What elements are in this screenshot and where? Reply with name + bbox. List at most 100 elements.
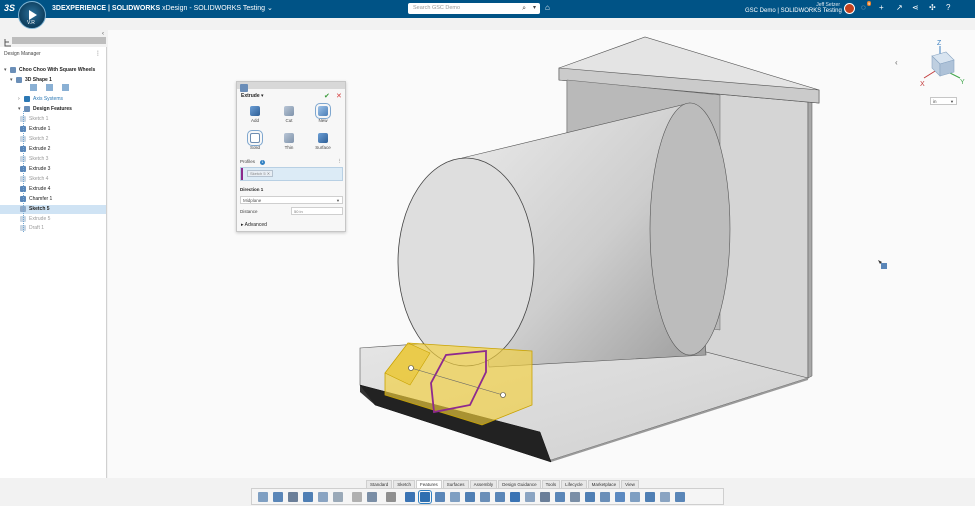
thicken-icon[interactable] (660, 492, 670, 502)
measure-icon[interactable] (318, 492, 328, 502)
tab-lifecycle[interactable]: Lifecycle (561, 480, 587, 488)
sketch-icon[interactable] (258, 492, 268, 502)
distance-field[interactable]: 50 in (291, 207, 343, 215)
3d-sketch-icon[interactable] (273, 492, 283, 502)
tree-item[interactable]: Sketch 1 (0, 115, 106, 124)
revolve-icon[interactable] (435, 492, 445, 502)
tab-standard[interactable]: Standard (366, 480, 393, 488)
help-icon[interactable] (386, 492, 396, 502)
move-icon[interactable] (630, 492, 640, 502)
combine-icon[interactable] (675, 492, 685, 502)
sweep-icon[interactable] (450, 492, 460, 502)
boolean-icon[interactable] (600, 492, 610, 502)
cube-icon[interactable] (405, 492, 415, 502)
tab-surfaces[interactable]: Surfaces (442, 480, 469, 488)
tag-icon[interactable]: ⌂ (545, 3, 550, 12)
type-thin-button[interactable]: Thin (278, 133, 300, 150)
chamfer-icon[interactable] (495, 492, 505, 502)
help-icon[interactable]: ? (946, 3, 950, 12)
more-options-icon[interactable]: ⋮ (95, 50, 101, 57)
redo-icon[interactable] (367, 492, 377, 502)
tree-item[interactable]: Sketch 4 (0, 175, 106, 184)
tree-item[interactable]: › Axis Systems (0, 95, 106, 104)
network-icon[interactable]: ⋖ (912, 3, 919, 12)
settings-icon[interactable] (303, 492, 313, 502)
tree-item[interactable]: Extrude 5 (0, 215, 106, 224)
tab-tools[interactable]: Tools (541, 480, 561, 488)
shape-tool-icon[interactable] (46, 84, 53, 91)
type-surface-button[interactable]: Surface (312, 133, 334, 150)
loft-icon[interactable] (465, 492, 475, 502)
tree-item-label: Sketch 2 (29, 136, 49, 142)
search-dropdown-icon[interactable]: ▾ (533, 3, 536, 14)
profiles-more-icon[interactable]: ⋮ (337, 158, 342, 164)
apps-icon[interactable]: ✣ (929, 3, 936, 12)
tree-item[interactable]: Sketch 3 (0, 155, 106, 164)
surface-icon (318, 133, 328, 143)
add-icon[interactable]: + (879, 3, 884, 12)
gear-icon[interactable] (333, 492, 343, 502)
chevron-down-icon[interactable]: ⌄ (267, 5, 273, 12)
tab-sketch[interactable]: Sketch (393, 480, 416, 488)
tree-item-label: Sketch 3 (29, 156, 49, 162)
shell-icon[interactable] (510, 492, 520, 502)
confirm-icon[interactable]: ✔ (324, 92, 330, 100)
draft-icon[interactable] (525, 492, 535, 502)
ds-logo[interactable]: 3S (4, 3, 15, 13)
extrude-icon (240, 84, 248, 92)
hole-icon[interactable] (570, 492, 580, 502)
direction-select[interactable]: Midplane ▼ (240, 196, 343, 204)
mirror-icon[interactable] (555, 492, 565, 502)
tree-item[interactable]: Extrude 3 (0, 165, 106, 174)
shape-tool-icon[interactable] (62, 84, 69, 91)
viewcube[interactable]: Z X Y (920, 38, 968, 88)
tree-item[interactable]: Extrude 1 (0, 125, 106, 134)
collapse-panel-icon[interactable]: ‹ (102, 31, 104, 37)
op-add-button[interactable]: Add (244, 106, 266, 123)
save-icon[interactable] (288, 492, 298, 502)
notification-badge: 9 (867, 1, 872, 6)
axis-y-label: Y (960, 79, 965, 86)
tab-design-guidance[interactable]: Design Guidance (498, 480, 541, 488)
compass-icon[interactable]: V.R (18, 1, 46, 29)
app-name[interactable]: xDesign - SOLIDWORKS Testing (162, 5, 265, 12)
split-icon[interactable] (615, 492, 625, 502)
profile-selection-box[interactable]: Sketch 5 ✕ (240, 167, 343, 181)
scale-icon[interactable] (645, 492, 655, 502)
pattern-icon[interactable] (540, 492, 550, 502)
avatar[interactable] (844, 3, 855, 14)
op-new-button[interactable]: New (312, 103, 334, 123)
tree-item[interactable]: ▾ Choo Choo With Square Wheels (0, 66, 106, 75)
share-icon[interactable]: ↗ (896, 3, 903, 12)
close-icon[interactable]: ✕ (336, 92, 342, 100)
shape-tool-icon[interactable] (30, 84, 37, 91)
chevron-left-icon[interactable]: ‹ (895, 58, 898, 67)
rib-icon[interactable] (585, 492, 595, 502)
dialog-drag-handle[interactable] (237, 82, 345, 89)
tab-features[interactable]: Features (416, 480, 442, 488)
tab-marketplace[interactable]: Marketplace (587, 480, 621, 488)
tab-view[interactable]: View (621, 480, 639, 488)
extrude-icon[interactable] (418, 490, 432, 504)
tree-item[interactable]: Extrude 4 (0, 185, 106, 194)
tree-item[interactable]: ▾ Design Features (0, 105, 106, 114)
op-cut-button[interactable]: Cut (278, 106, 300, 123)
tree-item[interactable]: Sketch 5 (0, 205, 106, 214)
tree-item[interactable]: Sketch 2 (0, 135, 106, 144)
chat-icon[interactable]: ◌ (861, 3, 866, 12)
tree-item[interactable]: Extrude 2 (0, 145, 106, 154)
profile-chip[interactable]: Sketch 5 ✕ (247, 170, 274, 177)
fillet-icon[interactable] (480, 492, 490, 502)
tab-assembly[interactable]: Assembly (469, 480, 498, 488)
search-icon[interactable]: ⌕ (522, 3, 526, 14)
tree-item[interactable]: Chamfer 1 (0, 195, 106, 204)
type-solid-button[interactable]: Solid (244, 130, 266, 150)
tree-item[interactable]: Draft 1 (0, 224, 106, 233)
units-select[interactable]: in ▼ (930, 97, 957, 105)
advanced-toggle[interactable]: ▸ Advanced (241, 222, 267, 228)
dialog-title[interactable]: Extrude ▾ (241, 93, 264, 99)
search-input[interactable]: Search GSC Demo ⌕ ▾ (408, 3, 540, 14)
user-context[interactable]: GSC Demo | SOLIDWORKS Testing (745, 8, 842, 14)
undo-icon[interactable] (352, 492, 362, 502)
feature-icon (24, 105, 30, 112)
